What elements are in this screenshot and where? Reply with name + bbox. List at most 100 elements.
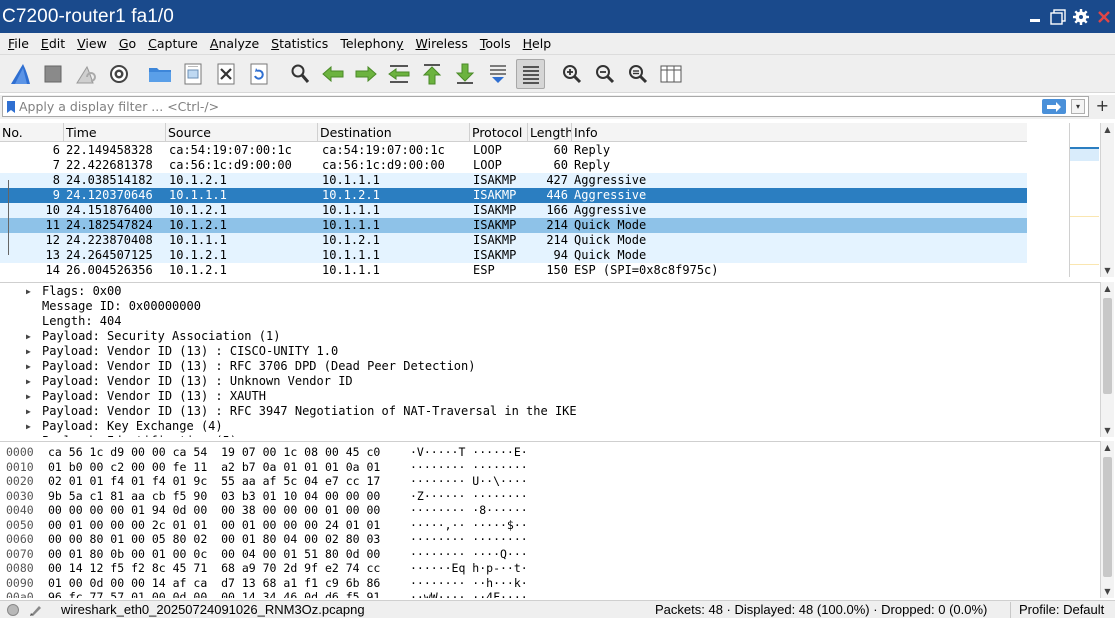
bytes-row[interactable]: 00a0 96 fc 77 57 01 00 0d 00 00 14 34 46 …	[0, 590, 1100, 598]
expand-triangle-icon[interactable]: ▶	[26, 434, 31, 437]
bytes-row[interactable]: 0000 ca 56 1c d9 00 00 ca 54 19 07 00 1c …	[0, 445, 1100, 459]
column-header-protocol[interactable]: Protocol	[470, 123, 528, 142]
column-header-info[interactable]: Info	[572, 123, 1027, 142]
column-header-destination[interactable]: Destination	[318, 123, 470, 142]
detail-tree-item[interactable]: ▶ Payload: Key Exchange (4)	[0, 419, 1100, 434]
detail-tree-item[interactable]: ▶ Payload: Vendor ID (13) : XAUTH	[0, 389, 1100, 404]
packet-row[interactable]: 8 24.038514182 10.1.2.1 10.1.1.1 ISAKMP 427 Ag…	[0, 173, 1027, 188]
display-filter-input[interactable]	[19, 97, 1029, 116]
scroll-up-icon[interactable]: ▲	[1101, 282, 1114, 295]
scroll-up-icon[interactable]: ▲	[1101, 123, 1114, 136]
reload-file-button[interactable]	[244, 59, 273, 89]
go-to-packet-button[interactable]	[384, 59, 413, 89]
bytes-row[interactable]: 0030 9b 5a c1 81 aa cb f5 90 03 b3 01 10 …	[0, 489, 1100, 503]
go-forward-button[interactable]	[351, 59, 380, 89]
restart-capture-button[interactable]	[71, 59, 100, 89]
find-packet-button[interactable]	[285, 59, 314, 89]
scroll-down-icon[interactable]: ▼	[1101, 585, 1114, 598]
start-capture-button[interactable]	[5, 59, 34, 89]
bytes-row[interactable]: 0040 00 00 00 00 01 94 0d 00 00 38 00 00 …	[0, 503, 1100, 517]
save-file-button[interactable]	[178, 59, 207, 89]
bytes-row[interactable]: 0080 00 14 12 f5 f2 8c 45 71 68 a9 70 2d …	[0, 561, 1100, 575]
column-header-source[interactable]: Source	[166, 123, 318, 142]
resize-columns-button[interactable]	[656, 59, 685, 89]
detail-tree-item[interactable]: ▶ Payload: Vendor ID (13) : Unknown Vendo…	[0, 374, 1100, 389]
apply-filter-button[interactable]	[1042, 99, 1066, 114]
go-back-button[interactable]	[318, 59, 347, 89]
scroll-up-icon[interactable]: ▲	[1101, 441, 1114, 454]
menu-go[interactable]: Go	[113, 36, 142, 51]
normal-size-button[interactable]	[623, 59, 652, 89]
detail-tree-item[interactable]: ▶ Payload: Identification (5)	[0, 434, 1100, 437]
detail-tree-item[interactable]: ▶ Payload: Security Association (1)	[0, 329, 1100, 344]
menu-capture[interactable]: Capture	[142, 36, 204, 51]
column-header-time[interactable]: Time	[64, 123, 166, 142]
detail-tree-item[interactable]: ▶ Payload: Vendor ID (13) : RFC 3947 Nego…	[0, 404, 1100, 419]
detail-tree-item[interactable]: Message ID: 0x00000000	[0, 299, 1100, 314]
detail-tree-item[interactable]: ▶ Flags: 0x00	[0, 284, 1100, 299]
stop-capture-button[interactable]	[38, 59, 67, 89]
menu-wireless[interactable]: Wireless	[410, 36, 474, 51]
filter-bookmark-button[interactable]	[3, 97, 19, 116]
go-last-button[interactable]	[450, 59, 479, 89]
packet-row[interactable]: 14 26.004526356 10.1.2.1 10.1.1.1 ESP 150 ESP …	[0, 263, 1027, 278]
packet-row[interactable]: 12 24.223870408 10.1.1.1 10.1.2.1 ISAKMP 214 Q…	[0, 233, 1027, 248]
column-header-length[interactable]: Length	[528, 123, 572, 142]
menu-telephony[interactable]: Telephony	[334, 36, 409, 51]
packet-row[interactable]: 10 24.151876400 10.1.2.1 10.1.1.1 ISAKMP 166 A…	[0, 203, 1027, 218]
packet-row[interactable]: 13 24.264507125 10.1.2.1 10.1.1.1 ISAKMP 94 Qu…	[0, 248, 1027, 263]
menu-edit[interactable]: Edit	[35, 36, 71, 51]
bytes-row[interactable]: 0060 00 00 80 01 00 05 80 02 00 01 80 04 …	[0, 532, 1100, 546]
menu-statistics[interactable]: Statistics	[265, 36, 334, 51]
maximize-button[interactable]	[1046, 5, 1069, 29]
expand-triangle-icon[interactable]: ▶	[26, 344, 31, 359]
packet-minimap[interactable]	[1069, 123, 1099, 277]
expand-triangle-icon[interactable]: ▶	[26, 419, 31, 434]
menu-view[interactable]: View	[71, 36, 113, 51]
bytes-row[interactable]: 0010 01 b0 00 c2 00 00 fe 11 a2 b7 0a 01 …	[0, 460, 1100, 474]
column-header-no[interactable]: No.	[0, 123, 64, 142]
capture-file-name[interactable]: wireshark_eth0_20250724091026_RNM3Oz.pca…	[61, 601, 365, 618]
add-filter-button-plus-icon[interactable]: +	[1096, 97, 1109, 115]
scroll-thumb[interactable]	[1103, 298, 1112, 394]
packet-row[interactable]: 7 22.422681378 ca:56:1c:d9:00:00 ca:56:1c:d…	[0, 158, 1027, 173]
zoom-out-button[interactable]	[590, 59, 619, 89]
expert-info-button[interactable]	[28, 603, 44, 618]
open-file-button[interactable]	[145, 59, 174, 89]
scroll-down-icon[interactable]: ▼	[1101, 264, 1114, 277]
detail-tree-item[interactable]: ▶ Payload: Vendor ID (13) : RFC 3706 DPD …	[0, 359, 1100, 374]
expand-triangle-icon[interactable]: ▶	[26, 284, 31, 299]
capture-status-indicator[interactable]	[6, 603, 20, 618]
detail-tree-item[interactable]: ▶ Payload: Vendor ID (13) : CISCO-UNITY 1…	[0, 344, 1100, 359]
close-button[interactable]	[1092, 5, 1115, 29]
colorize-button[interactable]	[516, 58, 545, 89]
packet-row[interactable]: 9 24.120370646 10.1.1.1 10.1.2.1 ISAKMP 446 Ag…	[0, 188, 1027, 203]
capture-options-button[interactable]	[104, 59, 133, 89]
menu-analyze[interactable]: Analyze	[204, 36, 265, 51]
auto-scroll-button[interactable]	[483, 59, 512, 89]
bytes-row[interactable]: 0050 00 01 00 00 00 2c 01 01 00 01 00 00 …	[0, 518, 1100, 532]
packet-row[interactable]: 6 22.149458328 ca:54:19:07:00:1c ca:54:19:0…	[0, 143, 1027, 158]
menu-tools[interactable]: Tools	[474, 36, 517, 51]
menu-file[interactable]: File	[2, 36, 35, 51]
filter-history-dropdown[interactable]: ▾	[1071, 99, 1085, 114]
details-scrollbar[interactable]: ▲ ▼	[1100, 282, 1114, 437]
menu-help[interactable]: Help	[517, 36, 558, 51]
expand-triangle-icon[interactable]: ▶	[26, 404, 31, 419]
expand-triangle-icon[interactable]: ▶	[26, 359, 31, 374]
packet-list-scrollbar[interactable]: ▲ ▼	[1100, 123, 1114, 277]
bytes-row[interactable]: 0070 00 01 80 0b 00 01 00 0c 00 04 00 01 …	[0, 547, 1100, 561]
close-file-button[interactable]	[211, 59, 240, 89]
bytes-row[interactable]: 0090 01 00 0d 00 00 14 af ca d7 13 68 a1 …	[0, 576, 1100, 590]
minimize-button[interactable]	[1023, 5, 1046, 29]
packet-row[interactable]: 11 24.182547824 10.1.2.1 10.1.1.1 ISAKMP 214 Q…	[0, 218, 1027, 233]
expand-triangle-icon[interactable]: ▶	[26, 374, 31, 389]
detail-tree-item[interactable]: Length: 404	[0, 314, 1100, 329]
go-first-button[interactable]	[417, 59, 446, 89]
profile-indicator[interactable]: Profile: Default	[1019, 601, 1104, 618]
zoom-in-button[interactable]	[557, 59, 586, 89]
expand-triangle-icon[interactable]: ▶	[26, 389, 31, 404]
settings-button[interactable]	[1069, 5, 1092, 29]
scroll-thumb[interactable]	[1103, 457, 1112, 577]
bytes-scrollbar[interactable]: ▲ ▼	[1100, 441, 1114, 598]
